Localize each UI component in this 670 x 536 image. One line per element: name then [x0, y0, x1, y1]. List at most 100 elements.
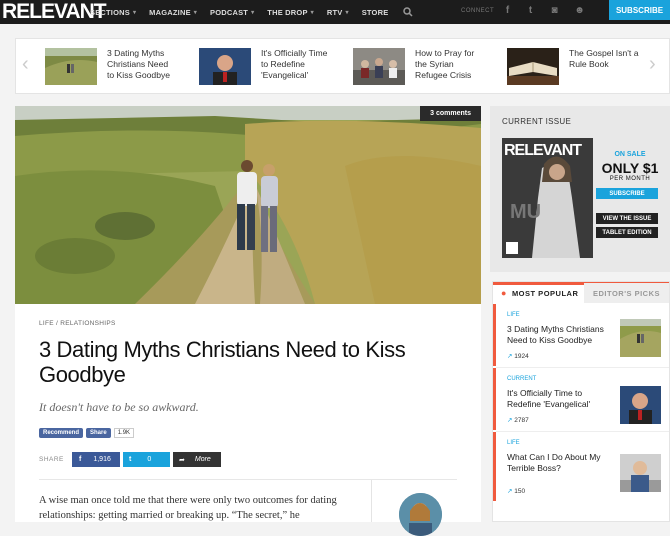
- share-arrow-icon: ➦: [179, 456, 185, 464]
- search-icon[interactable]: [403, 7, 413, 17]
- featured-carousel: ‹ 3 Dating Myths Christians Need to Kiss…: [15, 38, 670, 94]
- divider: [39, 479, 457, 480]
- fb-share-button[interactable]: Share: [86, 428, 111, 438]
- fb-recommend-button[interactable]: Recommend: [39, 428, 84, 438]
- carousel-thumb: [507, 48, 559, 85]
- nav-the-drop[interactable]: THE DROP ▾: [267, 8, 314, 17]
- nav-magazine[interactable]: MAGAZINE ▾: [149, 8, 197, 17]
- fb-count: 1.9K: [113, 428, 135, 438]
- tab-most-popular[interactable]: ● MOST POPULAR: [501, 283, 578, 303]
- share-icon: ↗: [507, 353, 513, 360]
- twitter-share-count: 0: [147, 456, 152, 463]
- instagram-icon[interactable]: ◙: [548, 4, 561, 17]
- divider: [371, 480, 372, 522]
- comments-badge[interactable]: 3 comments: [420, 106, 481, 121]
- nav-rtv-label: RTV: [326, 7, 343, 17]
- nav-store[interactable]: STORE: [362, 8, 389, 17]
- popular-item-thumb: [620, 386, 661, 424]
- nav-sections[interactable]: SECTIONS ▾: [90, 8, 136, 17]
- article-body: A wise man once told me that there were …: [39, 495, 337, 521]
- on-sale-label: ON SALE: [614, 151, 646, 158]
- more-label: More: [194, 456, 211, 463]
- tab-editors-picks[interactable]: EDITOR'S PICKS: [584, 283, 669, 303]
- subscribe-button[interactable]: SUBSCRIBE: [609, 0, 670, 20]
- article-subtitle: It doesn't have to be so awkward.: [39, 400, 199, 414]
- facebook-share-count: 1,916: [93, 456, 111, 463]
- popular-item-count: ↗ 2787: [507, 416, 529, 424]
- popular-item[interactable]: LIFE What Can I Do About My Terrible Bos…: [493, 432, 669, 501]
- view-issue-button[interactable]: VIEW THE ISSUE: [596, 213, 658, 224]
- carousel-item[interactable]: How to Pray for the Syrian Refugee Crisi…: [353, 48, 485, 85]
- facebook-share-button[interactable]: f 1,916: [72, 452, 120, 467]
- hero-photo: [15, 106, 481, 304]
- popular-item-count-value: 150: [514, 488, 526, 495]
- carousel-item[interactable]: The Gospel Isn't a Rule Book: [507, 48, 639, 85]
- nav-rtv[interactable]: RTV ▾: [327, 8, 349, 17]
- tablet-edition-button[interactable]: TABLET EDITION: [596, 227, 658, 238]
- site-logo[interactable]: RELEVANT: [0, 0, 107, 24]
- current-issue-label: CURRENT ISSUE: [502, 117, 572, 126]
- popular-item-title: 3 Dating Myths Christians Need to Kiss G…: [507, 324, 604, 345]
- breadcrumb[interactable]: LIFE / RELATIONSHIPS: [39, 320, 116, 327]
- chevron-down-icon: ▾: [132, 9, 137, 16]
- carousel-title: The Gospel Isn't a Rule Book: [569, 48, 639, 69]
- twitter-icon[interactable]: t: [524, 4, 537, 17]
- popular-item-thumb: [620, 319, 661, 357]
- popular-item-thumb: [620, 454, 661, 492]
- facebook-widget: Recommend Share 1.9K: [39, 428, 135, 438]
- facebook-icon[interactable]: f: [501, 4, 514, 17]
- most-popular-panel: ● MOST POPULAR EDITOR'S PICKS LIFE 3 Dat…: [492, 281, 670, 522]
- nav-magazine-label: MAGAZINE: [149, 7, 191, 17]
- popular-item-category: CURRENT: [507, 376, 537, 382]
- popular-item-count: ↗ 150: [507, 487, 525, 495]
- tab-most-popular-label: MOST POPULAR: [511, 288, 579, 298]
- twitter-icon: t: [129, 456, 132, 463]
- author-photo: [399, 493, 442, 536]
- carousel-title: 3 Dating Myths Christians Need to Kiss G…: [107, 48, 171, 80]
- twitter-share-button[interactable]: t 0: [123, 452, 170, 467]
- popular-item-title: What Can I Do About My Terrible Boss?: [507, 452, 601, 473]
- magazine-cover[interactable]: MU RELEVANT: [502, 138, 593, 258]
- nav-sections-label: SECTIONS: [90, 7, 130, 17]
- cover-logo: RELEVANT: [504, 142, 582, 159]
- chevron-down-icon: ▾: [251, 9, 255, 16]
- nav-the-drop-label: THE DROP: [267, 7, 308, 17]
- flame-icon: ●: [501, 288, 507, 298]
- nav-podcast[interactable]: PODCAST ▾: [210, 8, 254, 17]
- popular-item-title: It's Officially Time to Redefine 'Evange…: [507, 388, 591, 409]
- carousel-thumb: [353, 48, 405, 85]
- carousel-title: It's Officially Time to Redefine 'Evange…: [261, 48, 328, 80]
- article-title: 3 Dating Myths Christians Need to Kiss G…: [39, 337, 406, 387]
- facebook-icon: f: [79, 456, 82, 463]
- chevron-right-icon[interactable]: ›: [649, 53, 656, 76]
- share-icon: ↗: [507, 488, 513, 495]
- popular-item[interactable]: LIFE 3 Dating Myths Christians Need to K…: [493, 304, 669, 366]
- carousel-thumb: [45, 48, 97, 85]
- nav-podcast-label: PODCAST: [210, 7, 249, 17]
- per-month-label: PER MONTH: [609, 176, 651, 182]
- user-icon[interactable]: ☻: [573, 4, 586, 17]
- popular-item-count-value: 2787: [514, 417, 529, 424]
- carousel-thumb: [199, 48, 251, 85]
- issue-subscribe-button[interactable]: SUBSCRIBE: [596, 188, 658, 199]
- chevron-left-icon[interactable]: ‹: [22, 53, 29, 76]
- popular-item[interactable]: CURRENT It's Officially Time to Redefine…: [493, 368, 669, 430]
- popular-item-category: LIFE: [507, 440, 520, 446]
- hero-image[interactable]: 3 comments: [15, 106, 481, 304]
- popular-item-count-value: 1924: [514, 353, 529, 360]
- top-nav: RELEVANT SECTIONS ▾ MAGAZINE ▾ PODCAST ▾ TH…: [0, 0, 670, 24]
- carousel-title: How to Pray for the Syrian Refugee Crisi…: [415, 48, 475, 80]
- price-label: ONLY $1: [601, 160, 659, 176]
- chevron-down-icon: ▾: [310, 9, 314, 16]
- connect-label: CONNECT: [461, 8, 495, 14]
- current-issue-panel: CURRENT ISSUE MU RELEVANT ON SALE ONLY $…: [490, 106, 670, 272]
- author-avatar[interactable]: [399, 493, 442, 536]
- article: LIFE / RELATIONSHIPS 3 Dating Myths Chri…: [15, 304, 481, 536]
- carousel-item[interactable]: It's Officially Time to Redefine 'Evange…: [199, 48, 331, 85]
- share-label: SHARE: [39, 456, 64, 463]
- popular-item-count: ↗ 1924: [507, 352, 529, 360]
- carousel-item[interactable]: 3 Dating Myths Christians Need to Kiss G…: [45, 48, 177, 85]
- chevron-down-icon: ▾: [193, 9, 197, 16]
- more-share-button[interactable]: ➦ More: [173, 452, 221, 467]
- popular-item-category: LIFE: [507, 312, 520, 318]
